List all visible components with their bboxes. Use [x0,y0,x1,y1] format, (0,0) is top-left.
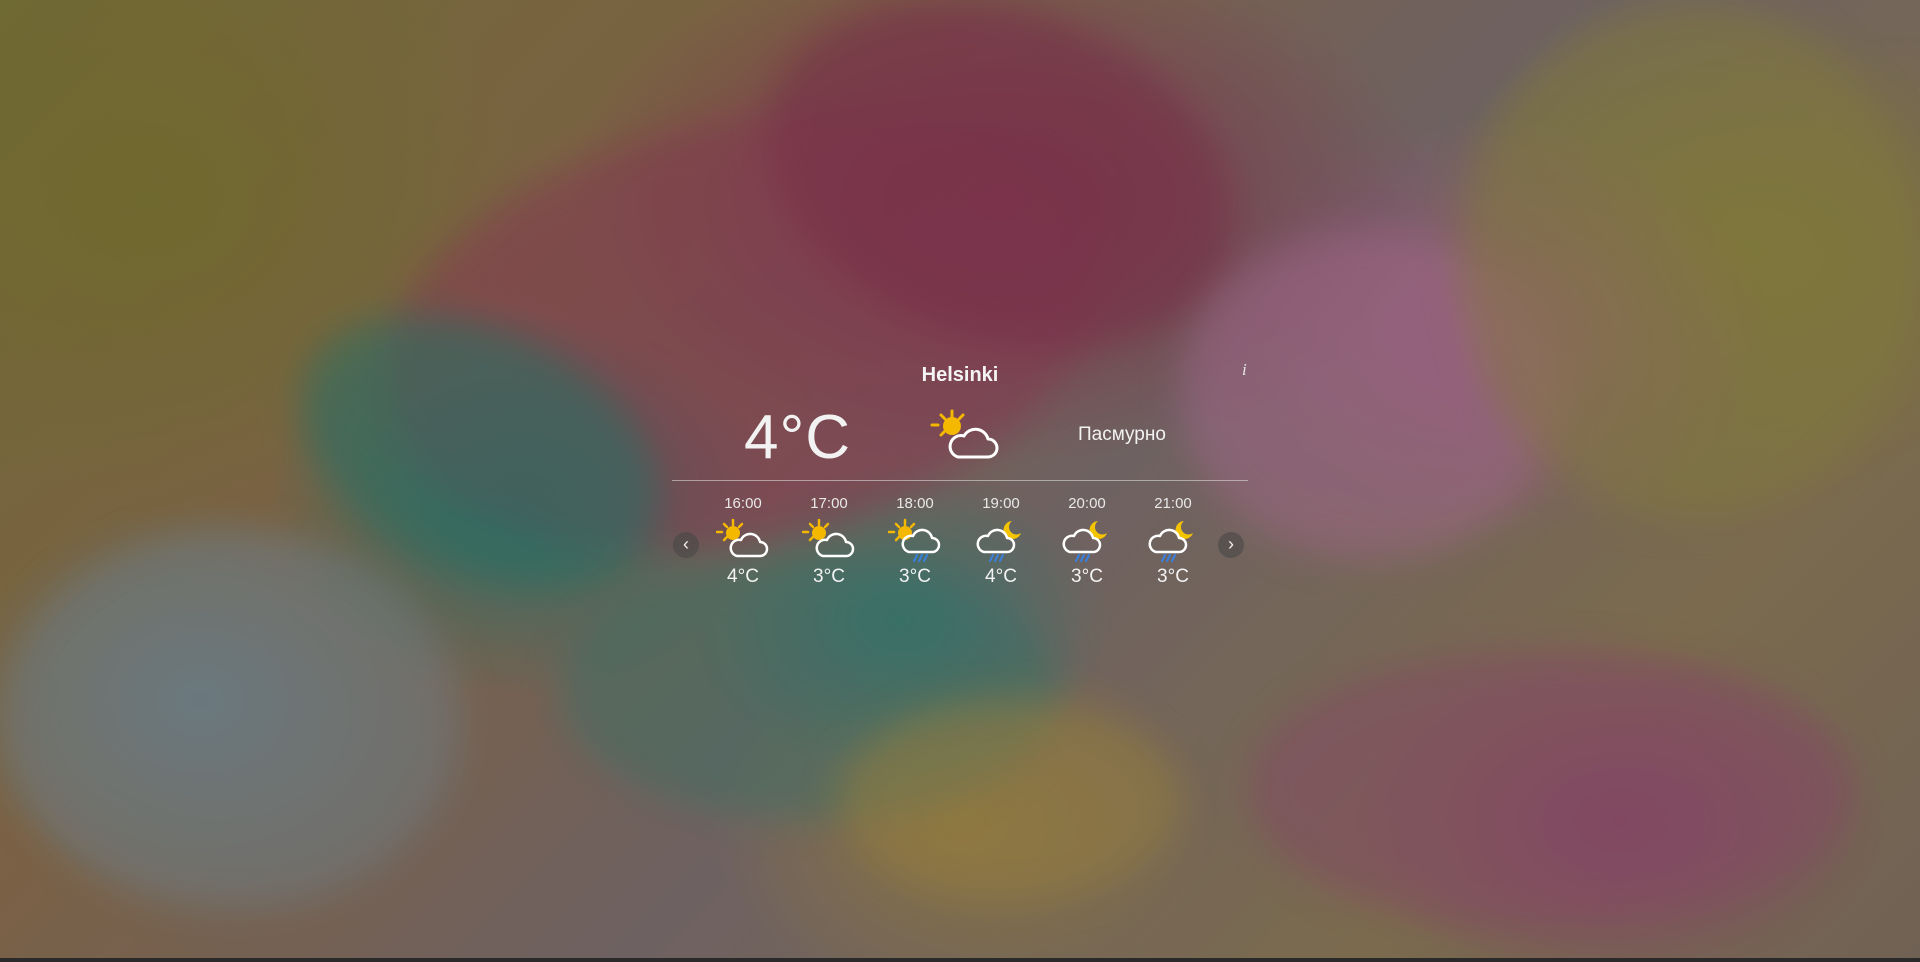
partly-cloudy-night-rain-icon [1062,521,1107,563]
hour-time: 19:00 [982,495,1020,512]
divider [672,480,1248,481]
hourly-forecast: 16:00 4°C 17:00 3°C 18:00 3°C 19:00 4°C … [700,494,1216,604]
hour-forecast-item: 16:00 4°C [700,494,786,588]
weather-widget: Helsinki i 4°C Пасмурно ‹ › 16:00 4°C 17… [672,352,1248,608]
partly-cloudy-day-icon [930,409,999,459]
hour-temperature: 4°C [985,566,1017,587]
partly-cloudy-day-icon [802,518,855,558]
hour-forecast-item: 20:00 3°C [1044,494,1130,588]
hour-temperature: 3°C [899,566,931,587]
prev-hours-button[interactable]: ‹ [673,532,699,558]
hour-forecast-item: 21:00 3°C [1130,494,1216,588]
partly-cloudy-night-rain-icon [1148,521,1193,563]
info-icon[interactable]: i [1242,360,1247,380]
hour-time: 18:00 [896,495,934,512]
next-hours-button[interactable]: › [1218,532,1244,558]
hour-temperature: 3°C [1157,566,1189,587]
hour-time: 17:00 [810,495,848,512]
current-temperature: 4°C [744,403,852,472]
hour-time: 20:00 [1068,495,1106,512]
hour-time: 16:00 [724,495,762,512]
hour-forecast-item: 18:00 3°C [872,494,958,588]
city-name: Helsinki [921,364,999,386]
hour-time: 21:00 [1154,495,1192,512]
partly-cloudy-day-rain-icon [888,518,941,563]
weather-condition: Пасмурно [1078,424,1166,445]
hour-temperature: 3°C [1071,566,1103,587]
bottom-edge-bar [0,958,1920,962]
partly-cloudy-night-rain-icon [976,521,1021,563]
hour-forecast-item: 19:00 4°C [958,494,1044,588]
partly-cloudy-day-icon [716,518,769,558]
hour-temperature: 3°C [813,566,845,587]
hour-forecast-item: 17:00 3°C [786,494,872,588]
hour-temperature: 4°C [727,566,759,587]
